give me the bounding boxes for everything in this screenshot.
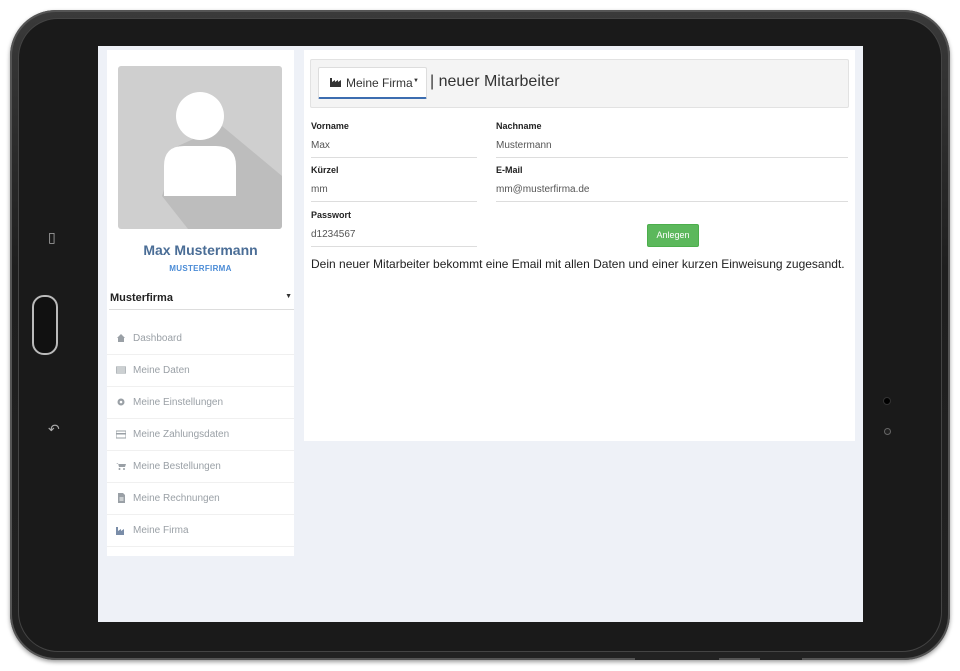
sidebar-item-label: Meine Einstellungen (133, 397, 224, 408)
credit-card-icon (116, 430, 126, 439)
email-field[interactable]: mm@musterfirma.de (496, 184, 848, 202)
gear-icon (117, 398, 125, 406)
sidebar-item-meine-rechnungen[interactable]: Meine Rechnungen (107, 483, 294, 515)
sidebar-item-meine-firma[interactable]: Meine Firma (107, 515, 294, 547)
screen: Max Mustermann MUSTERFIRMA Musterfirma ▼… (98, 46, 863, 622)
user-company: MUSTERFIRMA (169, 264, 232, 273)
sidebar-item-meine-daten[interactable]: Meine Daten (107, 355, 294, 387)
sidebar-item-label: Meine Bestellungen (133, 461, 221, 472)
anlegen-button[interactable]: Anlegen (647, 224, 699, 247)
email-label: E-Mail (496, 165, 523, 175)
list-icon (116, 366, 126, 374)
sidebar-item-dashboard[interactable]: Dashboard (107, 323, 294, 355)
kuerzel-field[interactable]: mm (311, 184, 477, 202)
page-title: | neuer Mitarbeiter (430, 73, 560, 90)
sidebar-item-label: Meine Rechnungen (133, 493, 220, 504)
bottom-edge-button (635, 656, 719, 660)
passwort-field[interactable]: d1234567 (311, 229, 477, 247)
cart-icon (116, 463, 126, 470)
industry-icon (116, 527, 124, 535)
back-icon[interactable]: ↶ (48, 422, 60, 438)
page-header: Meine Firma ▼ | neuer Mitarbeiter (310, 59, 849, 108)
sidebar-item-meine-einstellungen[interactable]: Meine Einstellungen (107, 387, 294, 419)
bottom-edge-button (760, 656, 802, 660)
recent-apps-icon[interactable]: ▯ (48, 230, 56, 246)
info-text: Dein neuer Mitarbeiter bekommt eine Emai… (311, 257, 845, 271)
passwort-label: Passwort (311, 210, 352, 220)
nachname-label: Nachname (496, 121, 542, 131)
camera-icon (883, 397, 891, 405)
caret-down-icon: ▼ (285, 293, 292, 300)
home-button[interactable] (32, 295, 58, 355)
sensor-icon (884, 428, 891, 435)
avatar (118, 66, 282, 229)
sidebar-item-meine-zahlungsdaten[interactable]: Meine Zahlungsdaten (107, 419, 294, 451)
sidebar-item-label: Meine Zahlungsdaten (133, 429, 230, 440)
home-icon (117, 334, 125, 342)
sidebar-item-label: Dashboard (133, 333, 182, 344)
vorname-field[interactable]: Max (311, 140, 477, 158)
nachname-field[interactable]: Mustermann (496, 140, 848, 158)
sidebar-item-label: Meine Firma (133, 525, 189, 536)
firm-select-value: Musterfirma (110, 292, 173, 304)
sidebar-item-meine-bestellungen[interactable]: Meine Bestellungen (107, 451, 294, 483)
main-panel: Meine Firma ▼ | neuer Mitarbeiter Vornam… (304, 50, 855, 441)
caret-down-icon: ▼ (413, 78, 419, 84)
vorname-label: Vorname (311, 121, 349, 131)
kuerzel-label: Kürzel (311, 165, 339, 175)
user-silhouette-icon (162, 92, 282, 229)
meine-firma-label: Meine Firma (346, 76, 413, 90)
meine-firma-button[interactable]: Meine Firma ▼ (318, 67, 427, 99)
sidebar-menu: Dashboard Meine Daten Meine Einstellunge… (107, 323, 294, 547)
sidebar-item-label: Meine Daten (133, 365, 190, 376)
industry-icon (330, 78, 341, 87)
firm-select[interactable]: Musterfirma ▼ (109, 290, 294, 310)
file-icon (118, 493, 125, 503)
sidebar: Max Mustermann MUSTERFIRMA Musterfirma ▼… (107, 50, 294, 556)
user-name: Max Mustermann (143, 242, 258, 258)
